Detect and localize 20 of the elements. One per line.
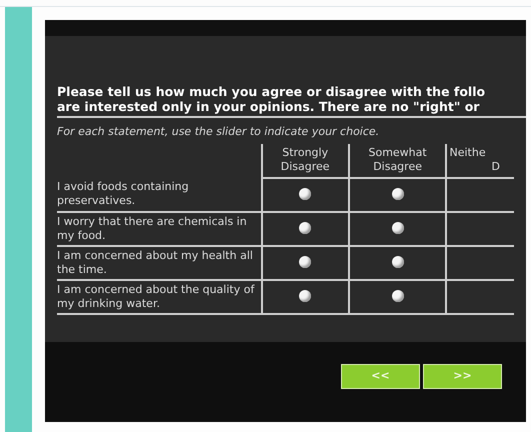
- radio-button[interactable]: [299, 290, 312, 302]
- radio-button[interactable]: [299, 222, 312, 234]
- instruction-text: For each statement, use the slider to indicate your choice.: [57, 124, 380, 140]
- column-header: Somewhat Disagree: [368, 146, 427, 174]
- radio-button[interactable]: [392, 290, 404, 302]
- statement-text: I avoid foods containing preservatives.: [57, 180, 189, 207]
- radio-button[interactable]: [392, 256, 404, 268]
- question-heading: Please tell us how much you agree or disagree with the follo: [57, 84, 486, 99]
- radio-button[interactable]: [299, 188, 312, 200]
- statement-text: I am concerned about the quality of my drinking water.: [57, 282, 254, 310]
- statement-text: I worry that there are chemicals in my food.: [57, 214, 247, 242]
- radio-button[interactable]: [299, 256, 312, 268]
- radio-button[interactable]: [392, 222, 404, 234]
- next-button[interactable]: >>: [423, 364, 502, 389]
- statement-text: I am concerned about my health all the time.: [57, 248, 253, 276]
- question-heading: are interested only in your opinions. There are no "right" or: [57, 99, 480, 114]
- back-button[interactable]: <<: [341, 364, 420, 389]
- radio-button[interactable]: [392, 188, 404, 200]
- column-header: Strongly Disagree: [280, 146, 330, 174]
- column-header: Neithe D: [448, 146, 501, 174]
